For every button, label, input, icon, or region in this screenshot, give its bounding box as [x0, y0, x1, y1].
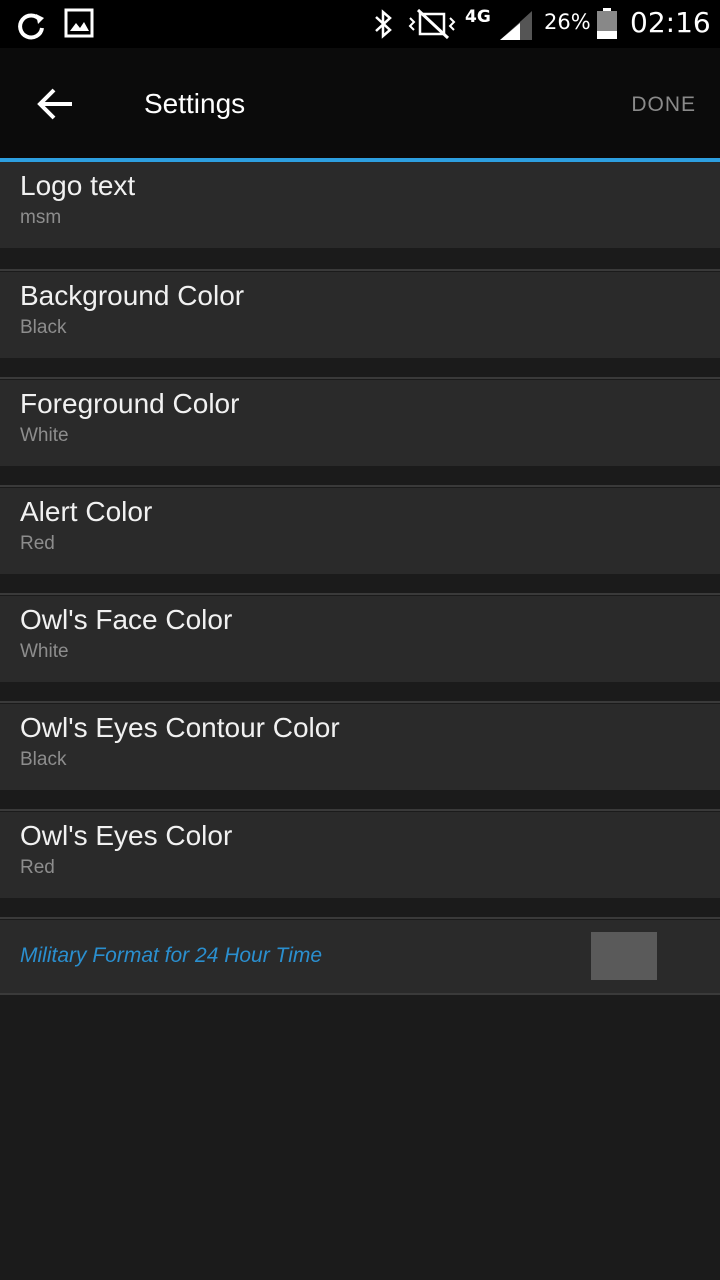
setting-value: Black — [20, 317, 67, 338]
arrow-left-icon — [37, 88, 72, 120]
app-bar: Settings DONE — [0, 48, 720, 160]
sync-icon — [18, 13, 44, 40]
setting-value: Red — [20, 857, 55, 878]
setting-title: Alert Color — [20, 496, 153, 527]
status-bar: 4G 26% 02:16 — [0, 0, 720, 48]
bluetooth-icon — [375, 9, 392, 39]
setting-value: White — [20, 425, 69, 446]
military-format-label: Military Format for 24 Hour Time — [20, 944, 323, 967]
network-label: 4G — [465, 7, 491, 27]
list-divider — [0, 701, 720, 703]
setting-value: White — [20, 641, 69, 662]
list-divider — [0, 593, 720, 595]
vibrate-icon — [408, 8, 456, 40]
image-icon — [64, 8, 94, 38]
setting-value: Red — [20, 533, 55, 554]
battery-percent: 26% — [544, 10, 591, 34]
setting-title: Owl's Eyes Color — [20, 820, 233, 851]
list-divider — [0, 485, 720, 487]
list-divider — [0, 269, 720, 271]
setting-owl-eyes-contour-color[interactable]: Owl's Eyes Contour Color Black — [0, 704, 720, 790]
setting-background-color[interactable]: Background Color Black — [0, 272, 720, 358]
setting-owl-face-color[interactable]: Owl's Face Color White — [0, 596, 720, 682]
setting-alert-color[interactable]: Alert Color Red — [0, 488, 720, 574]
setting-value: Black — [20, 749, 67, 770]
setting-foreground-color[interactable]: Foreground Color White — [0, 380, 720, 466]
done-button[interactable]: DONE — [631, 93, 696, 117]
setting-military-format[interactable]: Military Format for 24 Hour Time — [0, 920, 720, 994]
setting-title: Background Color — [20, 280, 245, 311]
setting-title: Owl's Face Color — [20, 604, 233, 635]
back-button[interactable] — [28, 78, 84, 130]
list-divider — [0, 809, 720, 811]
signal-icon — [500, 11, 532, 40]
setting-logo-text[interactable]: Logo text msm — [0, 162, 720, 248]
clock: 02:16 — [630, 6, 711, 39]
setting-value: msm — [20, 207, 62, 228]
list-divider — [0, 993, 720, 995]
setting-title: Logo text — [20, 170, 136, 201]
page-title: Settings — [144, 88, 246, 119]
setting-owl-eyes-color[interactable]: Owl's Eyes Color Red — [0, 812, 720, 898]
military-format-checkbox[interactable] — [591, 932, 657, 980]
list-divider — [0, 917, 720, 919]
list-divider — [0, 377, 720, 379]
setting-title: Owl's Eyes Contour Color — [20, 712, 340, 743]
battery-icon — [597, 8, 617, 39]
setting-title: Foreground Color — [20, 388, 240, 419]
